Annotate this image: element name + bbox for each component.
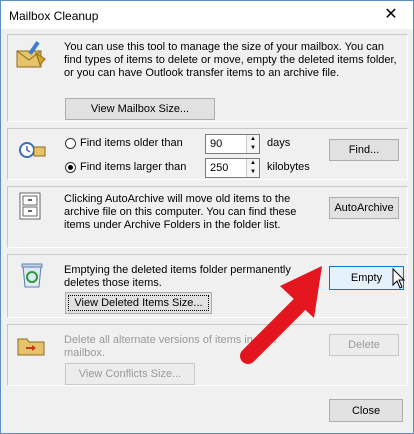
larger-than-value: 250 <box>210 162 229 174</box>
find-clock-icon <box>19 142 46 158</box>
conflicts-section: Delete all alternate versions of items i… <box>7 324 408 386</box>
older-than-label: Find items older than <box>80 137 183 149</box>
title-bar: Mailbox Cleanup ✕ <box>1 1 413 29</box>
larger-than-radio[interactable] <box>65 162 76 173</box>
larger-than-kb-input[interactable]: 250 ▲ ▼ <box>205 158 260 178</box>
conflicts-folder-icon <box>17 338 45 356</box>
window-title: Mailbox Cleanup <box>9 9 99 23</box>
older-than-radio[interactable] <box>65 138 76 149</box>
older-than-days-input[interactable]: 90 ▲ ▼ <box>205 134 260 154</box>
autoarchive-description: Clicking AutoArchive will move old items… <box>64 193 297 231</box>
recycle-bin-icon <box>21 263 43 288</box>
older-than-spinner-icon[interactable]: ▲ ▼ <box>246 135 259 153</box>
autoarchive-button[interactable]: AutoArchive <box>329 197 399 219</box>
larger-than-spinner-icon[interactable]: ▲ ▼ <box>246 159 259 177</box>
deleted-items-section: Emptying the deleted items folder perman… <box>7 254 408 318</box>
find-button[interactable]: Find... <box>329 139 399 161</box>
older-than-value: 90 <box>210 138 223 150</box>
view-deleted-items-size-button[interactable]: View Deleted Items Size... <box>65 292 212 314</box>
mouse-cursor-icon <box>392 268 406 289</box>
larger-than-unit: kilobytes <box>267 161 310 173</box>
red-annotation-arrow-icon <box>240 266 322 364</box>
mailbox-cleanup-dialog: Mailbox Cleanup ✕ You can use this tool … <box>0 0 414 434</box>
older-than-unit: days <box>267 137 291 149</box>
view-conflicts-size-button[interactable]: View Conflicts Size... <box>65 363 195 385</box>
mailbox-size-description: You can use this tool to manage the size… <box>64 41 397 79</box>
view-mailbox-size-button[interactable]: View Mailbox Size... <box>65 98 215 120</box>
autoarchive-section: Clicking AutoArchive will move old items… <box>7 186 408 248</box>
archive-cabinet-icon <box>19 192 41 220</box>
close-button[interactable]: Close <box>329 399 403 422</box>
find-items-section: Find items older than 90 ▲ ▼ days Find it… <box>7 128 408 180</box>
close-window-icon[interactable]: ✕ <box>369 1 413 29</box>
mailbox-broom-icon <box>16 41 46 68</box>
mailbox-size-section: You can use this tool to manage the size… <box>7 34 408 122</box>
larger-than-label: Find items larger than <box>80 161 187 173</box>
